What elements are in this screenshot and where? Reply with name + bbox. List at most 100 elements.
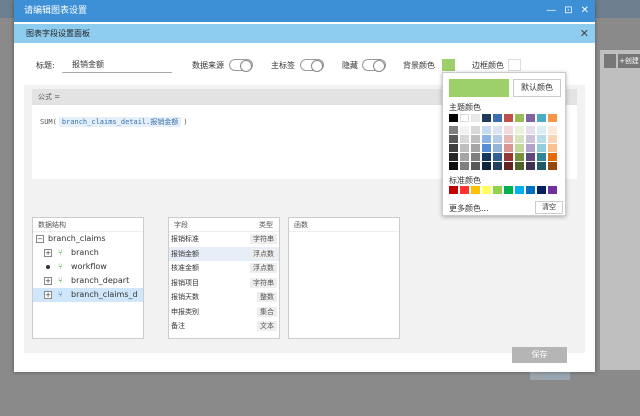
color-swatch[interactable] — [548, 144, 557, 152]
color-swatch[interactable] — [460, 162, 469, 170]
color-swatch[interactable] — [482, 135, 491, 143]
color-swatch[interactable] — [548, 153, 557, 161]
tree-root[interactable]: − branch_claims — [33, 232, 143, 246]
color-swatch[interactable] — [493, 126, 502, 134]
bg-color-swatch[interactable] — [442, 59, 455, 71]
color-swatch[interactable] — [504, 114, 513, 122]
color-swatch[interactable] — [515, 162, 524, 170]
field-row[interactable]: 报销金额 浮点数 — [169, 246, 279, 261]
color-swatch[interactable] — [493, 144, 502, 152]
color-swatch[interactable] — [460, 135, 469, 143]
color-swatch[interactable] — [482, 186, 491, 194]
field-row[interactable]: 报销项目 字符串 — [169, 276, 279, 291]
color-swatch[interactable] — [526, 162, 535, 170]
hidden-toggle[interactable] — [362, 59, 386, 72]
color-swatch[interactable] — [449, 126, 458, 134]
expand-icon[interactable]: + — [44, 277, 52, 285]
color-swatch[interactable] — [537, 135, 546, 143]
expand-icon[interactable]: + — [44, 249, 52, 257]
more-colors-link[interactable]: 更多颜色... — [449, 203, 489, 214]
default-color-button[interactable]: 默认颜色 — [513, 79, 561, 97]
field-row[interactable]: 备注 文本 — [169, 319, 279, 334]
color-swatch[interactable] — [548, 126, 557, 134]
color-swatch[interactable] — [482, 114, 491, 122]
color-swatch[interactable] — [526, 153, 535, 161]
color-swatch[interactable] — [460, 144, 469, 152]
color-swatch[interactable] — [449, 153, 458, 161]
color-swatch[interactable] — [526, 144, 535, 152]
tree-item-branch-depart[interactable]: + ⑂ branch_depart — [33, 274, 143, 288]
color-swatch[interactable] — [471, 114, 480, 122]
title-input[interactable]: 报销金额 — [62, 57, 172, 73]
field-row[interactable]: 报销标准 字符串 — [169, 232, 279, 247]
field-row[interactable]: 报销天数 整数 — [169, 290, 279, 305]
color-swatch[interactable] — [460, 186, 469, 194]
tree-item-branch[interactable]: + ⑂ branch — [33, 246, 143, 260]
color-swatch[interactable] — [482, 126, 491, 134]
color-swatch[interactable] — [493, 153, 502, 161]
color-swatch[interactable] — [471, 135, 480, 143]
color-swatch[interactable] — [449, 186, 458, 194]
color-swatch[interactable] — [460, 114, 469, 122]
color-swatch[interactable] — [471, 153, 480, 161]
color-swatch[interactable] — [504, 144, 513, 152]
color-swatch[interactable] — [548, 186, 557, 194]
color-swatch[interactable] — [526, 186, 535, 194]
color-swatch[interactable] — [515, 135, 524, 143]
color-swatch[interactable] — [515, 186, 524, 194]
clear-color-button[interactable]: 清空 — [535, 201, 563, 214]
color-swatch[interactable] — [493, 186, 502, 194]
color-swatch[interactable] — [504, 162, 513, 170]
save-button[interactable]: 保存 — [512, 347, 567, 363]
color-swatch[interactable] — [537, 162, 546, 170]
color-swatch[interactable] — [482, 162, 491, 170]
border-color-swatch[interactable] — [508, 59, 521, 71]
color-swatch[interactable] — [537, 144, 546, 152]
color-swatch[interactable] — [515, 114, 524, 122]
color-swatch[interactable] — [537, 153, 546, 161]
color-swatch[interactable] — [493, 114, 502, 122]
main-tag-toggle[interactable] — [300, 59, 324, 72]
tree-item-branch-claims-detail[interactable]: + ⑂ branch_claims_d — [33, 288, 143, 302]
color-swatch[interactable] — [449, 114, 458, 122]
formula-field-token[interactable]: branch_claims_detail.报销金额 — [58, 117, 182, 127]
color-swatch[interactable] — [504, 153, 513, 161]
color-swatch[interactable] — [504, 126, 513, 134]
maximize-icon[interactable]: ⊡ — [564, 0, 572, 22]
color-swatch[interactable] — [449, 162, 458, 170]
close-icon[interactable]: ✕ — [581, 0, 589, 22]
color-swatch[interactable] — [493, 162, 502, 170]
color-swatch[interactable] — [449, 144, 458, 152]
color-swatch[interactable] — [526, 135, 535, 143]
field-row[interactable]: 申报类别 集合 — [169, 305, 279, 320]
color-swatch[interactable] — [526, 126, 535, 134]
color-swatch[interactable] — [515, 153, 524, 161]
color-swatch[interactable] — [548, 162, 557, 170]
color-swatch[interactable] — [471, 144, 480, 152]
field-row[interactable]: 核准金额 浮点数 — [169, 261, 279, 276]
color-swatch[interactable] — [471, 186, 480, 194]
color-swatch[interactable] — [515, 144, 524, 152]
color-swatch[interactable] — [471, 126, 480, 134]
color-swatch[interactable] — [504, 186, 513, 194]
collapse-icon[interactable]: − — [36, 235, 44, 243]
color-swatch[interactable] — [504, 135, 513, 143]
color-swatch[interactable] — [537, 186, 546, 194]
color-swatch[interactable] — [482, 153, 491, 161]
color-swatch[interactable] — [548, 114, 557, 122]
tree-item-workflow[interactable]: ⑂ workflow — [33, 260, 143, 274]
color-swatch[interactable] — [515, 126, 524, 134]
expand-icon[interactable]: + — [44, 291, 52, 299]
color-swatch[interactable] — [493, 135, 502, 143]
color-swatch[interactable] — [449, 135, 458, 143]
color-swatch[interactable] — [471, 162, 480, 170]
dialog-close-icon[interactable]: ✕ — [580, 24, 589, 43]
color-swatch[interactable] — [548, 135, 557, 143]
color-swatch[interactable] — [460, 153, 469, 161]
data-source-toggle[interactable] — [229, 59, 253, 72]
color-swatch[interactable] — [482, 144, 491, 152]
minimize-icon[interactable]: — — [546, 0, 556, 22]
color-swatch[interactable] — [537, 126, 546, 134]
color-swatch[interactable] — [526, 114, 535, 122]
color-swatch[interactable] — [460, 126, 469, 134]
